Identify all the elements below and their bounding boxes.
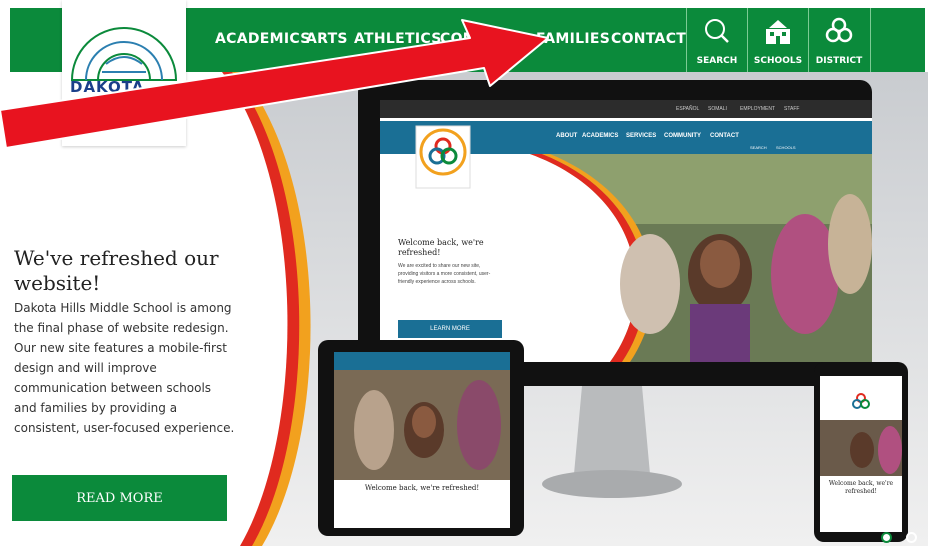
mockup-welcome-title: Welcome back, we're refreshed!: [398, 238, 484, 257]
mockup-link-staff: STAFF: [784, 106, 800, 112]
phone-welcome-title: Welcome back, we're refreshed!: [828, 480, 894, 495]
mockup-nav-academics: ACADEMICS: [582, 133, 619, 139]
phone-photo: [820, 420, 902, 476]
monitor-stand: [542, 386, 682, 498]
tablet-device: Welcome back, we're refreshed!: [318, 340, 524, 536]
phone-device: Welcome back, we're refreshed!: [814, 362, 908, 542]
mockup-welcome-body: We are excited to share our new site, pr…: [398, 263, 491, 285]
district-icon: [825, 17, 853, 43]
hero-body: Dakota Hills Middle School is among the …: [14, 301, 235, 435]
search-label: SEARCH: [696, 56, 738, 66]
tablet-welcome-title: Welcome back, we're refreshed!: [364, 484, 480, 492]
nav-divider: [870, 8, 871, 72]
search-button[interactable]: SEARCH: [686, 8, 747, 72]
mockup-nav-services: SERVICES: [626, 133, 657, 139]
district-label: DISTRICT: [815, 56, 863, 66]
annotation-arrow-icon: [0, 19, 549, 149]
schools-button[interactable]: SCHOOLS: [747, 8, 808, 72]
mockup-nav-contact: CONTACT: [710, 133, 739, 139]
phone-seal-icon: [852, 393, 870, 409]
search-icon: [705, 19, 729, 43]
mockup-nav-community: COMMUNITY: [664, 133, 701, 139]
students-photo: [530, 154, 872, 362]
mockup-learn-more-button: LEARN MORE: [398, 320, 502, 338]
tablet-photo: [334, 370, 510, 480]
hero-headline: We've refreshed our website!: [14, 246, 219, 295]
mockup-link-espanol: ESPAÑOL: [676, 106, 700, 112]
read-more-button[interactable]: READ MORE: [12, 475, 227, 521]
school-icon: [766, 20, 790, 44]
mockup-link-somali: SOMALI: [708, 106, 727, 112]
mockup-schools-label: SCHOOLS: [776, 145, 796, 150]
mockup-search-label: SEARCH: [750, 145, 767, 150]
carousel-dot-1[interactable]: [881, 532, 892, 543]
nav-contact[interactable]: CONTACT: [611, 31, 686, 47]
schools-label: SCHOOLS: [753, 56, 803, 66]
mockup-link-employment: EMPLOYMENT: [740, 106, 776, 112]
district-button[interactable]: DISTRICT: [808, 8, 869, 72]
carousel-dot-2[interactable]: [906, 532, 917, 543]
